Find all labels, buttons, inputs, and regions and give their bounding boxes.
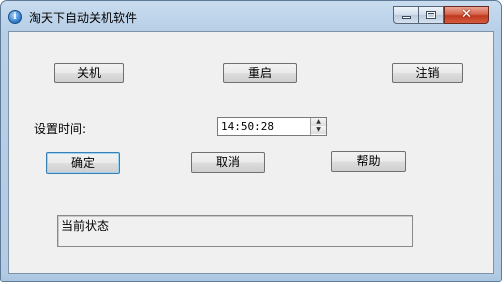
help-button[interactable]: 帮助 bbox=[331, 151, 406, 172]
maximize-button[interactable] bbox=[419, 6, 444, 24]
minimize-button[interactable] bbox=[393, 6, 419, 24]
restart-button[interactable]: 重启 bbox=[223, 63, 297, 83]
time-label: 设置时间: bbox=[34, 122, 87, 136]
logoff-button[interactable]: 注销 bbox=[392, 63, 463, 83]
close-button[interactable]: ✕ bbox=[444, 6, 489, 24]
cancel-button[interactable]: 取消 bbox=[191, 152, 265, 173]
maximize-icon bbox=[426, 11, 436, 19]
client-area: 关机 重启 注销 设置时间: 14:50:28 ▲ ▼ 确定 取消 帮助 当前状… bbox=[8, 31, 494, 274]
shutdown-button[interactable]: 关机 bbox=[54, 63, 124, 83]
app-window: i 淘天下自动关机软件 ✕ 关机 重启 注销 设置时间: 14:50:28 ▲ … bbox=[0, 0, 502, 282]
minimize-icon bbox=[402, 16, 411, 19]
confirm-button[interactable]: 确定 bbox=[46, 152, 120, 174]
info-icon: i bbox=[8, 10, 22, 24]
time-picker[interactable]: 14:50:28 ▲ ▼ bbox=[217, 117, 327, 136]
time-value[interactable]: 14:50:28 bbox=[221, 120, 274, 133]
window-title: 淘天下自动关机软件 bbox=[29, 11, 138, 25]
window-bottom-frame bbox=[1, 274, 501, 281]
status-box: 当前状态 bbox=[57, 215, 413, 247]
spin-down-icon[interactable]: ▼ bbox=[311, 126, 326, 134]
close-icon: ✕ bbox=[461, 7, 472, 22]
status-text: 当前状态 bbox=[61, 219, 110, 233]
title-bar[interactable]: i 淘天下自动关机软件 ✕ bbox=[1, 1, 501, 31]
time-spinner[interactable]: ▲ ▼ bbox=[310, 118, 326, 135]
